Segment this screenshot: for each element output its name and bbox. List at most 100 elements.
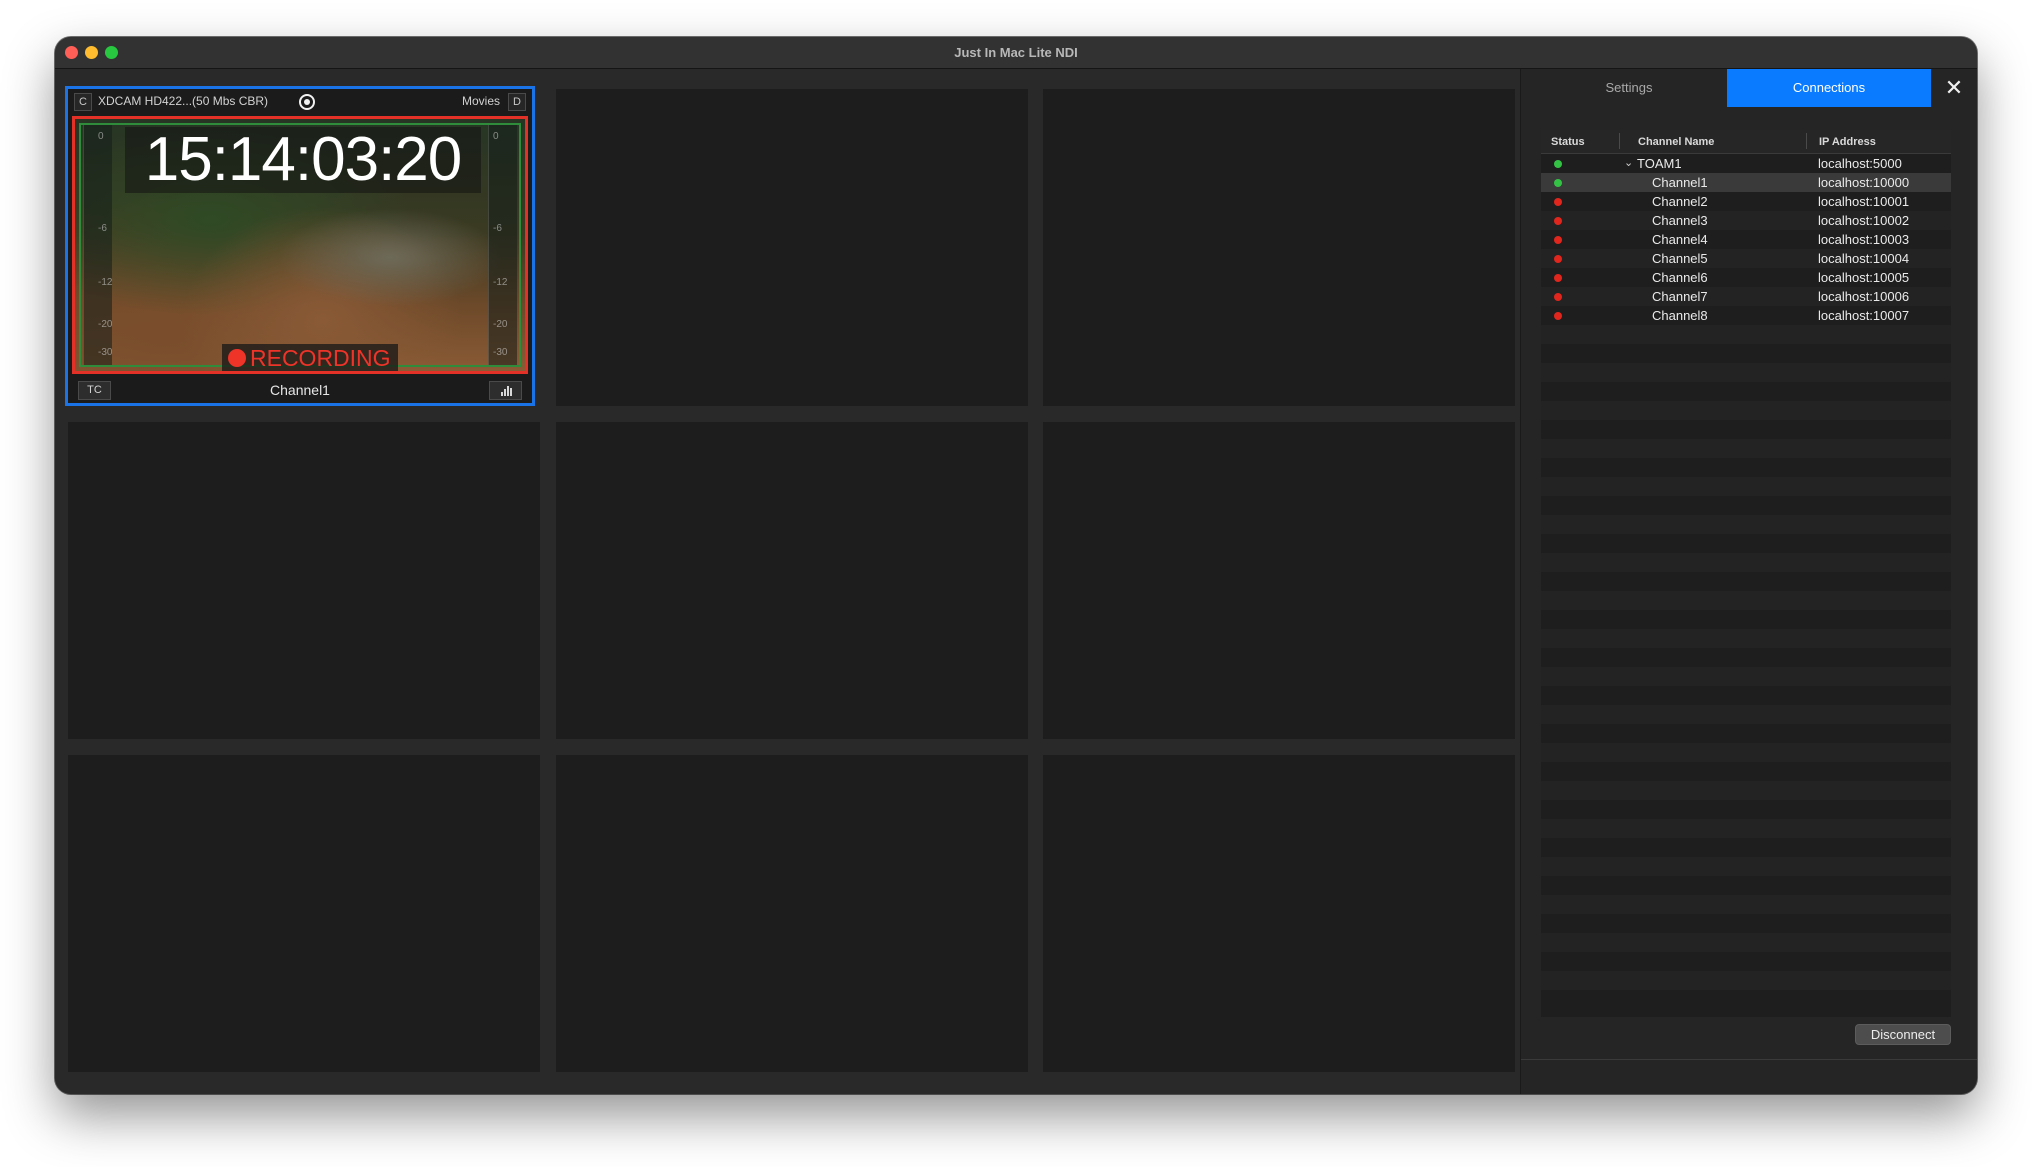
table-rows: ⌄ TOAM1 localhost:5000 Channel1 localhost:10… (1541, 154, 1951, 1017)
destination-key-button[interactable]: D (508, 93, 526, 111)
table-row[interactable]: Channel1 localhost:10000 (1541, 173, 1951, 192)
empty-table-row (1541, 724, 1951, 743)
record-indicator-icon[interactable] (299, 94, 315, 110)
status-dot-icon (1554, 236, 1562, 244)
empty-table-row (1541, 743, 1951, 762)
empty-table-row (1541, 895, 1951, 914)
empty-table-row (1541, 686, 1951, 705)
status-dot-icon (1554, 217, 1562, 225)
empty-table-row (1541, 990, 1951, 1009)
status-dot-icon (1554, 255, 1562, 263)
column-divider[interactable] (1619, 133, 1620, 149)
channel-cell-8[interactable] (556, 755, 1028, 1072)
column-divider[interactable] (1806, 133, 1807, 149)
channel-cell-1[interactable]: C XDCAM HD422...(50 Mbs CBR) Movies D 0 … (65, 86, 535, 406)
chevron-down-icon[interactable]: ⌄ (1624, 154, 1633, 173)
video-preview: 0 -6 -12 -20 -30 0 -6 -12 -20 -30 15:14:… (72, 116, 528, 374)
table-row[interactable]: Channel5 localhost:10004 (1541, 249, 1951, 268)
empty-table-row (1541, 952, 1951, 971)
status-dot-icon (1554, 160, 1562, 168)
channel-grid: C XDCAM HD422...(50 Mbs CBR) Movies D 0 … (55, 69, 1520, 1094)
empty-table-row (1541, 705, 1951, 724)
channel-name-cell: Channel1 (1652, 175, 1708, 190)
table-row[interactable]: Channel7 localhost:10006 (1541, 287, 1951, 306)
empty-table-row (1541, 515, 1951, 534)
table-row[interactable]: Channel3 localhost:10002 (1541, 211, 1951, 230)
empty-table-row (1541, 458, 1951, 477)
empty-table-row (1541, 325, 1951, 344)
channel-cell-5[interactable] (556, 422, 1028, 739)
tab-settings[interactable]: Settings (1533, 69, 1725, 107)
meter-tick: 0 (493, 131, 499, 142)
recording-badge: RECORDING (222, 344, 398, 371)
recording-dot-icon (228, 349, 246, 367)
column-channel-name[interactable]: Channel Name (1638, 136, 1714, 148)
close-icon[interactable]: ✕ (1941, 75, 1967, 101)
meter-tick: -6 (98, 223, 107, 234)
status-dot-icon (1554, 293, 1562, 301)
empty-table-row (1541, 534, 1951, 553)
channel-name-cell: Channel2 (1652, 194, 1708, 209)
status-dot-icon (1554, 198, 1562, 206)
channel-cell-4[interactable] (68, 422, 540, 739)
column-ip-address[interactable]: IP Address (1819, 136, 1876, 148)
column-status[interactable]: Status (1551, 136, 1585, 148)
meter-tick: -12 (98, 277, 113, 288)
status-dot-icon (1554, 312, 1562, 320)
empty-table-row (1541, 762, 1951, 781)
table-group-row[interactable]: ⌄ TOAM1 localhost:5000 (1541, 154, 1951, 173)
ip-address-cell: localhost:10005 (1818, 270, 1910, 285)
title-bar: Just In Mac Lite NDI (55, 37, 1977, 69)
channel-cell-9[interactable] (1043, 755, 1515, 1072)
channel-name-cell: TOAM1 (1637, 156, 1682, 171)
table-row[interactable]: Channel6 localhost:10005 (1541, 268, 1951, 287)
ip-address-cell: localhost:10006 (1818, 289, 1910, 304)
panel-divider (1521, 1059, 1977, 1060)
audio-meter-button[interactable] (489, 381, 522, 400)
channel-name-cell: Channel8 (1652, 308, 1708, 323)
codec-key-button[interactable]: C (74, 93, 92, 111)
empty-table-row (1541, 971, 1951, 990)
empty-table-row (1541, 401, 1951, 420)
empty-table-row (1541, 553, 1951, 572)
tab-connections[interactable]: Connections (1727, 69, 1931, 107)
empty-table-row (1541, 648, 1951, 667)
empty-table-row (1541, 800, 1951, 819)
meter-tick: -30 (493, 347, 508, 358)
empty-table-row (1541, 496, 1951, 515)
empty-table-row (1541, 781, 1951, 800)
channel-cell-2[interactable] (556, 89, 1028, 406)
codec-label: XDCAM HD422...(50 Mbs CBR) (98, 94, 269, 108)
audio-meter-right: 0 -6 -12 -20 -30 (488, 125, 517, 365)
empty-table-row (1541, 439, 1951, 458)
channel-name-cell: Channel4 (1652, 232, 1708, 247)
ip-address-cell: localhost:10004 (1818, 251, 1910, 266)
table-row[interactable]: Channel2 localhost:10001 (1541, 192, 1951, 211)
ip-address-cell: localhost:10001 (1818, 194, 1910, 209)
empty-table-row (1541, 477, 1951, 496)
empty-table-row (1541, 382, 1951, 401)
meter-tick: -6 (493, 223, 502, 234)
table-header: Status Channel Name IP Address (1541, 130, 1951, 154)
recording-label: RECORDING (250, 345, 391, 371)
empty-table-row (1541, 629, 1951, 648)
table-row[interactable]: Channel8 localhost:10007 (1541, 306, 1951, 325)
empty-table-row (1541, 933, 1951, 952)
meter-tick: -20 (493, 319, 508, 330)
meter-tick: -20 (98, 319, 113, 330)
connections-panel: Settings Connections ✕ Status Channel Na… (1520, 69, 1977, 1094)
connections-table: Status Channel Name IP Address ⌄ TOAM1 loc… (1541, 130, 1951, 1017)
ip-address-cell: localhost:10003 (1818, 232, 1910, 247)
channel-cell-6[interactable] (1043, 422, 1515, 739)
channel-cell-7[interactable] (68, 755, 540, 1072)
meter-tick: -12 (493, 277, 508, 288)
empty-table-row (1541, 857, 1951, 876)
window-title: Just In Mac Lite NDI (954, 45, 1078, 60)
disconnect-button[interactable]: Disconnect (1855, 1024, 1951, 1045)
channel-cell-header: C XDCAM HD422...(50 Mbs CBR) Movies D (68, 89, 532, 115)
channel-name-label: Channel1 (270, 382, 330, 398)
empty-table-row (1541, 914, 1951, 933)
table-row[interactable]: Channel4 localhost:10003 (1541, 230, 1951, 249)
channel-cell-3[interactable] (1043, 89, 1515, 406)
empty-table-row (1541, 344, 1951, 363)
